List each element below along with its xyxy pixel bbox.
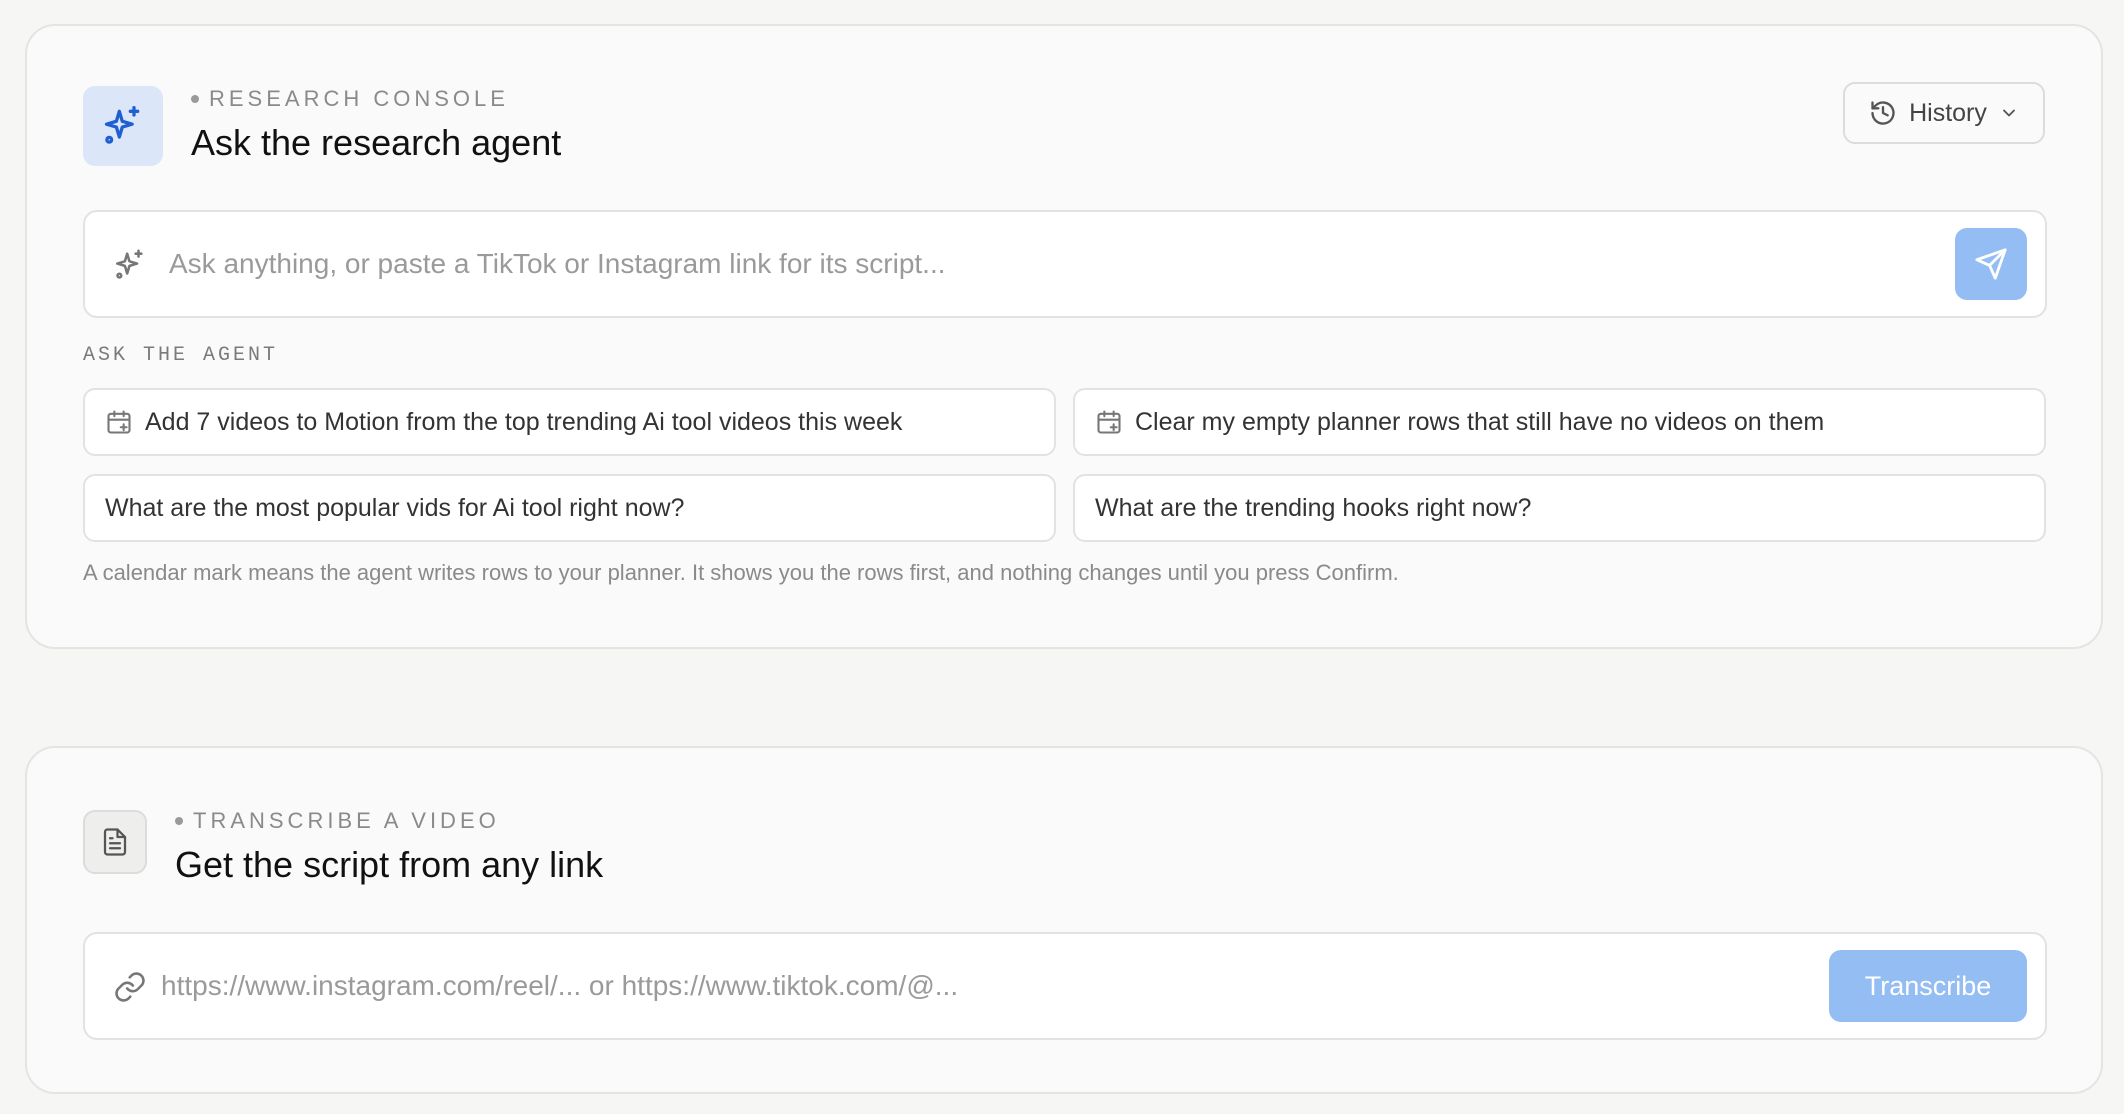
research-card: RESEARCH CONSOLE Ask the research agent … [25,24,2103,649]
ask-agent-label: ASK THE AGENT [83,344,279,367]
eyebrow-dot [191,95,199,103]
history-button[interactable]: History [1843,82,2045,144]
sparkles-input-icon [113,248,147,287]
eyebrow-dot [175,817,183,825]
document-icon [83,810,147,874]
planner-note: A calendar mark means the agent writes r… [83,560,1399,585]
calendar-plus-icon [107,410,131,434]
suggestion-popular-vids[interactable]: What are the most popular vids for Ai to… [83,474,1056,542]
suggestion-add-videos[interactable]: Add 7 videos to Motion from the top tren… [83,388,1056,456]
transcribe-title: Get the script from any link [175,844,604,885]
transcribe-button[interactable]: Transcribe [1829,950,2027,1022]
research-eyebrow-text: RESEARCH CONSOLE [209,86,509,111]
suggestion-label: What are the trending hooks right now? [1095,493,1532,522]
suggestion-label: Add 7 videos to Motion from the top tren… [145,407,903,436]
calendar-plus-icon [1097,410,1121,434]
send-icon [1975,248,2007,280]
research-input[interactable] [169,212,1929,316]
history-label: History [1909,98,1987,127]
suggestion-label: Clear my empty planner rows that still h… [1135,407,1825,436]
history-icon [1871,101,1895,125]
sparkles-icon [83,86,163,166]
transcribe-eyebrow-text: TRANSCRIBE A VIDEO [193,808,500,833]
transcribe-eyebrow: TRANSCRIBE A VIDEO [175,808,500,834]
transcribe-url-input[interactable] [161,934,1801,1038]
transcribe-input-box: Transcribe [83,932,2047,1040]
research-eyebrow: RESEARCH CONSOLE [191,86,509,112]
suggestion-label: What are the most popular vids for Ai to… [105,493,685,522]
chevron-down-icon [2002,109,2015,117]
research-title: Ask the research agent [191,122,562,163]
suggestion-trending-hooks[interactable]: What are the trending hooks right now? [1073,474,2046,542]
send-button[interactable] [1955,228,2027,300]
transcribe-card: TRANSCRIBE A VIDEO Get the script from a… [25,746,2103,1094]
link-icon [113,970,147,1009]
suggestion-clear-rows[interactable]: Clear my empty planner rows that still h… [1073,388,2046,456]
research-input-box [83,210,2047,318]
